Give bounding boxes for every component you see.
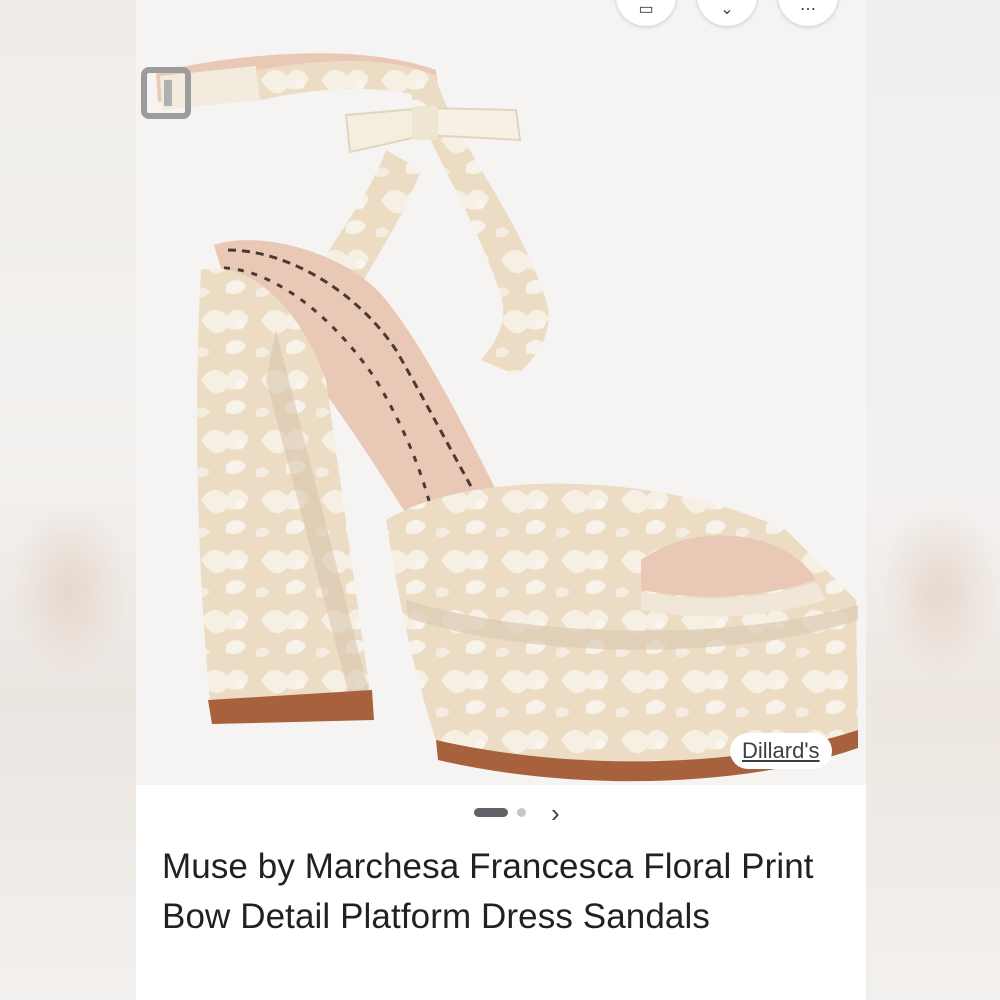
product-title[interactable]: Muse by Marchesa Francesca Floral Print … — [162, 842, 842, 942]
save-icon: ⌄ — [720, 1, 734, 18]
blurred-background-right — [866, 0, 1000, 1000]
product-image[interactable] — [136, 0, 866, 785]
product-card: ▭ ⌄ ⋯ Dillard's › Muse by Marchesa Franc… — [136, 0, 866, 1000]
product-image-area[interactable]: ▭ ⌄ ⋯ Dillard's — [136, 0, 866, 785]
chevron-right-icon[interactable]: › — [551, 798, 560, 828]
share-icon: ▭ — [638, 1, 654, 18]
blurred-background-left — [0, 0, 136, 1000]
more-icon: ⋯ — [800, 1, 816, 18]
source-link[interactable]: Dillard's — [730, 733, 832, 769]
image-carousel-indicator: › — [136, 798, 866, 828]
carousel-dot[interactable] — [517, 808, 526, 817]
carousel-dot-active[interactable] — [474, 808, 508, 817]
